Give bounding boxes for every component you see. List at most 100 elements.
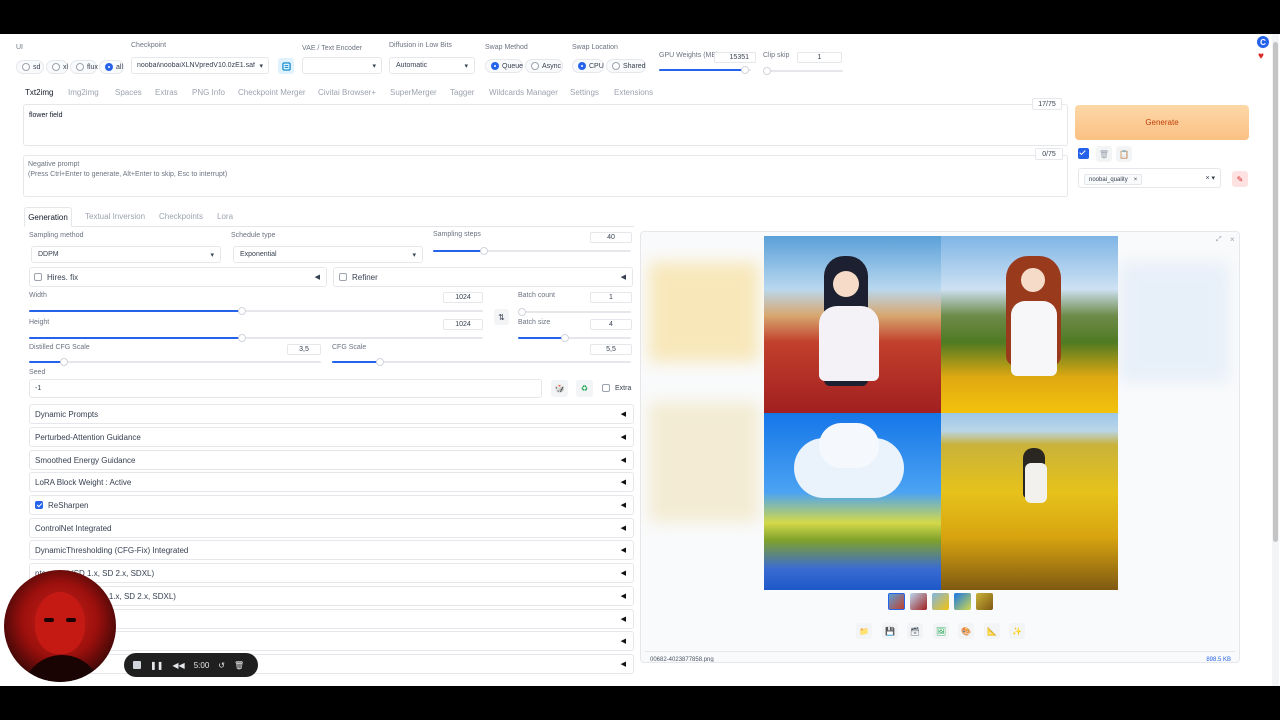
- accordion-row[interactable]: Perturbed-Attention Guidance ◀: [29, 427, 634, 447]
- cfg-scale-slider[interactable]: [332, 358, 631, 366]
- swap-dimensions-button[interactable]: ⇅: [494, 309, 509, 325]
- output-filename[interactable]: 00682-4023877858.png: [650, 657, 714, 662]
- width-input[interactable]: 1024: [443, 292, 483, 303]
- distilled-cfg-slider[interactable]: [29, 358, 321, 366]
- thumbnail-2[interactable]: [932, 593, 949, 610]
- tab-spaces[interactable]: Spaces: [115, 88, 142, 97]
- close-icon[interactable]: ×: [1230, 235, 1235, 244]
- cfg-scale-input[interactable]: 5,5: [590, 344, 632, 355]
- tab-checkpoint-merger[interactable]: Checkpoint Merger: [238, 88, 306, 97]
- ui-option-all[interactable]: all: [99, 60, 124, 74]
- clip-skip-slider[interactable]: [763, 67, 843, 75]
- accordion-row[interactable]: ance Integrated (SD 1.x, SD 2.x, SDXL)◀: [29, 586, 634, 606]
- slider-knob[interactable]: [561, 334, 570, 342]
- refresh-checkpoint-button[interactable]: [278, 58, 294, 74]
- width-slider[interactable]: [29, 307, 483, 315]
- accordion-row[interactable]: ntegrated (SD 1.x, SD 2.x, SDXL) ◀: [29, 563, 634, 583]
- ui-option-sd[interactable]: sd: [16, 60, 44, 74]
- thumbnail-grid[interactable]: [888, 593, 905, 610]
- vae-dropdown[interactable]: ▾: [302, 57, 382, 74]
- output-image-grid[interactable]: [764, 236, 1118, 590]
- tab-png-info[interactable]: PNG Info: [192, 88, 225, 97]
- slider-knob[interactable]: [238, 307, 247, 315]
- sampling-method-dropdown[interactable]: DDPM ▾: [31, 246, 221, 263]
- accordion-row[interactable]: grated◀: [29, 654, 634, 674]
- slider-knob[interactable]: [740, 66, 749, 74]
- thumbnail-1[interactable]: [910, 593, 927, 610]
- image-cloud-field[interactable]: [764, 413, 941, 590]
- send-to-img2img-button[interactable]: 🖼: [933, 623, 949, 639]
- gpu-weights-input[interactable]: 15351: [714, 52, 756, 63]
- styles-dropdown[interactable]: noobai_quality × × ▾: [1078, 168, 1221, 188]
- accordion-row[interactable]: Smoothed Energy Guidance ◀: [29, 450, 634, 470]
- swap-location-shared[interactable]: Shared: [606, 59, 646, 73]
- edit-styles-button[interactable]: ✎: [1232, 171, 1248, 187]
- distilled-cfg-input[interactable]: 3,5: [287, 344, 321, 355]
- open-folder-button[interactable]: 📁: [856, 623, 872, 639]
- slider-knob[interactable]: [518, 308, 526, 316]
- tab-civitai-browser[interactable]: Civitai Browser+: [318, 88, 376, 97]
- thumbnail-3[interactable]: [954, 593, 971, 610]
- send-to-inpaint-button[interactable]: 🎨: [958, 623, 974, 639]
- reuse-seed-button[interactable]: ♻: [576, 380, 593, 397]
- image-girl-sunflowers[interactable]: [941, 236, 1118, 413]
- hires-fix-checkbox[interactable]: [34, 273, 42, 281]
- batch-count-slider[interactable]: [518, 308, 631, 316]
- batch-count-input[interactable]: 1: [590, 292, 632, 303]
- remove-tag-icon[interactable]: ×: [1134, 177, 1138, 183]
- swap-method-async[interactable]: Async: [525, 59, 563, 73]
- seed-extra-toggle[interactable]: Extra: [602, 384, 631, 392]
- trash-icon[interactable]: 🗑: [234, 661, 244, 670]
- civitai-icon[interactable]: C: [1257, 36, 1269, 48]
- trash-button[interactable]: 🗑: [1096, 146, 1112, 162]
- tab-supermerger[interactable]: SuperMerger: [390, 88, 437, 97]
- tab-extensions[interactable]: Extensions: [614, 88, 653, 97]
- stop-icon[interactable]: [133, 661, 141, 669]
- tab-txt2img[interactable]: Txt2img: [25, 88, 53, 97]
- hires-fix-accordion[interactable]: Hires. fix ◀: [29, 267, 327, 287]
- upscale-button[interactable]: ✨: [1009, 623, 1025, 639]
- tab-textual-inversion[interactable]: Textual Inversion: [85, 212, 145, 221]
- refiner-accordion[interactable]: Refiner ◀: [333, 267, 633, 287]
- swap-method-queue[interactable]: Queue: [485, 59, 523, 73]
- enabled-checkbox[interactable]: [35, 501, 43, 509]
- accordion-row[interactable]: uidance Integrated◀: [29, 609, 634, 629]
- tab-generation[interactable]: Generation: [24, 207, 72, 227]
- clear-styles-icon[interactable]: × ▾: [1205, 174, 1215, 182]
- heart-icon[interactable]: ♥: [1258, 51, 1264, 62]
- extra-checkbox[interactable]: [602, 384, 610, 392]
- diffusion-dropdown[interactable]: Automatic ▾: [389, 57, 475, 74]
- rewind-icon[interactable]: ◀◀: [172, 661, 184, 670]
- send-to-extras-button[interactable]: 📐: [984, 623, 1000, 639]
- slider-knob[interactable]: [238, 334, 247, 342]
- output-filesize[interactable]: 898.5 KB: [1206, 657, 1231, 662]
- tab-img2img[interactable]: Img2img: [68, 88, 99, 97]
- sampling-steps-slider[interactable]: [433, 247, 631, 255]
- clipboard-button[interactable]: 📋: [1116, 146, 1132, 162]
- checkpoint-dropdown[interactable]: noobai\noobaiXLNVpredV10.0zE1.safeteno ▾: [131, 57, 269, 74]
- accordion-row[interactable]: ControlNet Integrated ◀: [29, 518, 634, 538]
- random-seed-button[interactable]: 🎲: [551, 380, 568, 397]
- accordion-row[interactable]: Dynamic Prompts ◀: [29, 404, 634, 424]
- image-girl-yellow-field[interactable]: [941, 413, 1118, 590]
- gpu-weights-slider[interactable]: [659, 66, 751, 74]
- image-girl-red-flowers[interactable]: [764, 236, 941, 413]
- slider-knob[interactable]: [763, 67, 771, 75]
- tab-checkpoints[interactable]: Checkpoints: [159, 212, 203, 221]
- prompt-textarea[interactable]: flower field: [23, 104, 1068, 146]
- thumbnail-4[interactable]: [976, 593, 993, 610]
- fullscreen-icon[interactable]: ⤢: [1216, 236, 1222, 244]
- accordion-row[interactable]: DynamicThresholding (CFG-Fix) Integrated…: [29, 540, 634, 560]
- tab-lora[interactable]: Lora: [217, 212, 233, 221]
- slider-knob[interactable]: [60, 358, 69, 366]
- restart-icon[interactable]: ↺: [218, 661, 225, 670]
- schedule-type-dropdown[interactable]: Exponential ▾: [233, 246, 423, 263]
- generate-button[interactable]: Generate: [1075, 105, 1249, 140]
- slider-knob[interactable]: [375, 358, 384, 366]
- refiner-checkbox[interactable]: [339, 273, 347, 281]
- accordion-row[interactable]: LoRA Block Weight : Active ◀: [29, 472, 634, 492]
- page-scrollbar[interactable]: [1272, 34, 1279, 686]
- batch-size-input[interactable]: 4: [590, 319, 632, 330]
- height-slider[interactable]: [29, 334, 483, 342]
- tab-settings[interactable]: Settings: [570, 88, 599, 97]
